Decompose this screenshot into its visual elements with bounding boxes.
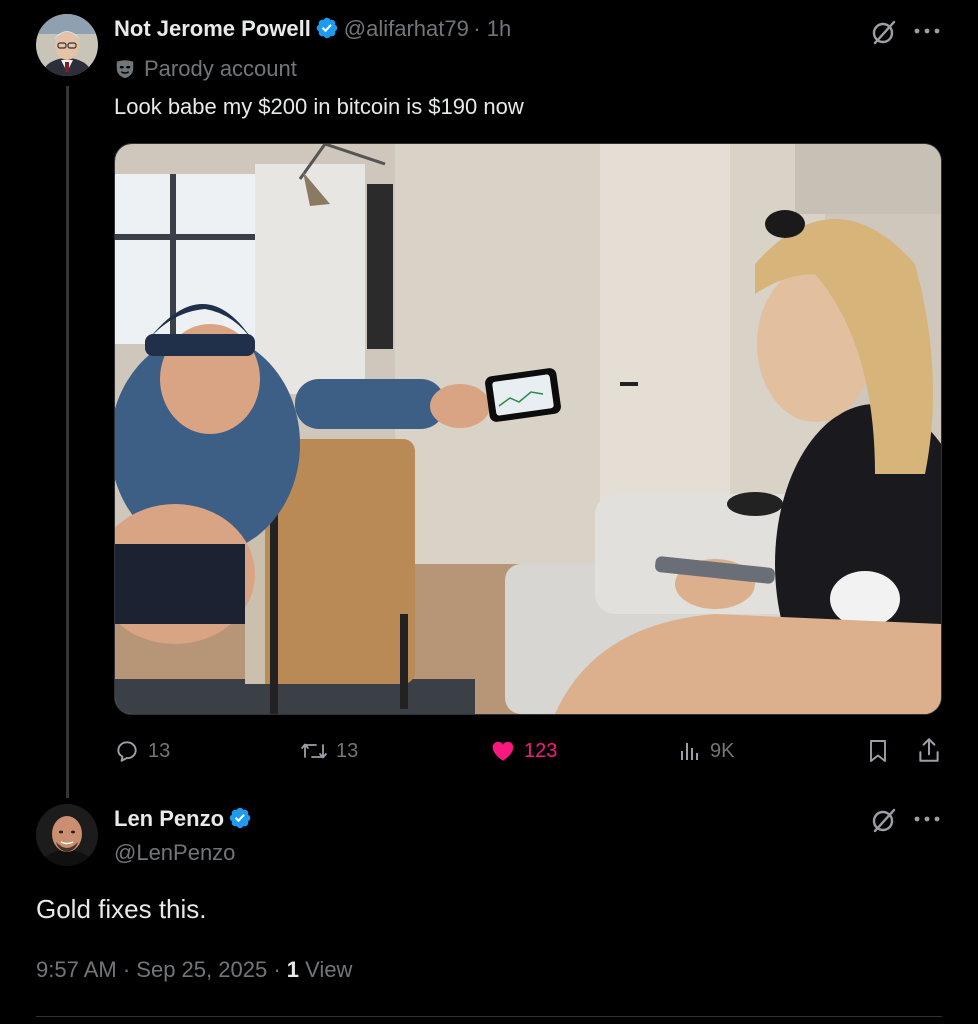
verified-badge-icon: [317, 17, 338, 39]
reply-author-handle[interactable]: @LenPenzo: [114, 840, 235, 866]
bookmark-button[interactable]: [866, 738, 890, 764]
divider: [36, 1016, 942, 1017]
reply-icon: [117, 741, 137, 762]
views-button[interactable]: 9K: [678, 738, 734, 764]
repost-button[interactable]: 13: [300, 738, 358, 764]
reply-count: 13: [148, 739, 171, 762]
reply-text: Gold fixes this.: [36, 894, 207, 924]
tweet-time[interactable]: · 1h: [473, 16, 511, 41]
reply-header: Len Penzo: [114, 806, 252, 832]
more-icon[interactable]: [912, 814, 942, 824]
verified-badge-icon: [230, 807, 251, 829]
more-icon[interactable]: [912, 26, 942, 36]
heart-icon: [492, 741, 514, 761]
share-icon: [919, 738, 939, 762]
views-count: 9K: [710, 739, 735, 762]
bookmark-icon: [870, 740, 886, 762]
like-count: 123: [524, 739, 558, 762]
author-handle[interactable]: @alifarhat79: [344, 16, 469, 41]
reply-author-name[interactable]: Len Penzo: [114, 806, 224, 831]
reply-time[interactable]: 9:57 AM: [36, 957, 117, 982]
photo: [115, 144, 941, 714]
parody-text: Parody account: [144, 56, 297, 81]
grok-icon[interactable]: [870, 806, 898, 834]
tweet-header: Not Jerome Powell @alifarhat79 · 1h: [114, 16, 511, 42]
parody-label: Parody account: [114, 56, 297, 82]
thread-line: [66, 86, 69, 798]
reply-author-avatar[interactable]: [36, 804, 98, 866]
reply-views-label: View: [305, 957, 353, 982]
author-name[interactable]: Not Jerome Powell: [114, 16, 311, 41]
grok-icon[interactable]: [870, 18, 898, 46]
repost-count: 13: [336, 739, 359, 762]
reply-meta: 9:57 AM · Sep 25, 2025 · 1 View: [36, 957, 353, 982]
repost-icon: [301, 743, 327, 759]
tweet-image[interactable]: [114, 143, 942, 715]
reply-button[interactable]: 13: [114, 738, 170, 764]
reply-views-count: 1: [286, 957, 300, 982]
share-button[interactable]: [916, 736, 942, 764]
reply-date[interactable]: Sep 25, 2025: [136, 957, 267, 982]
author-avatar[interactable]: [36, 14, 98, 76]
tweet-text: Look babe my $200 in bitcoin is $190 now: [114, 94, 524, 119]
analytics-icon: [681, 743, 698, 760]
mask-icon: [116, 60, 134, 79]
like-button[interactable]: 123: [490, 738, 557, 764]
